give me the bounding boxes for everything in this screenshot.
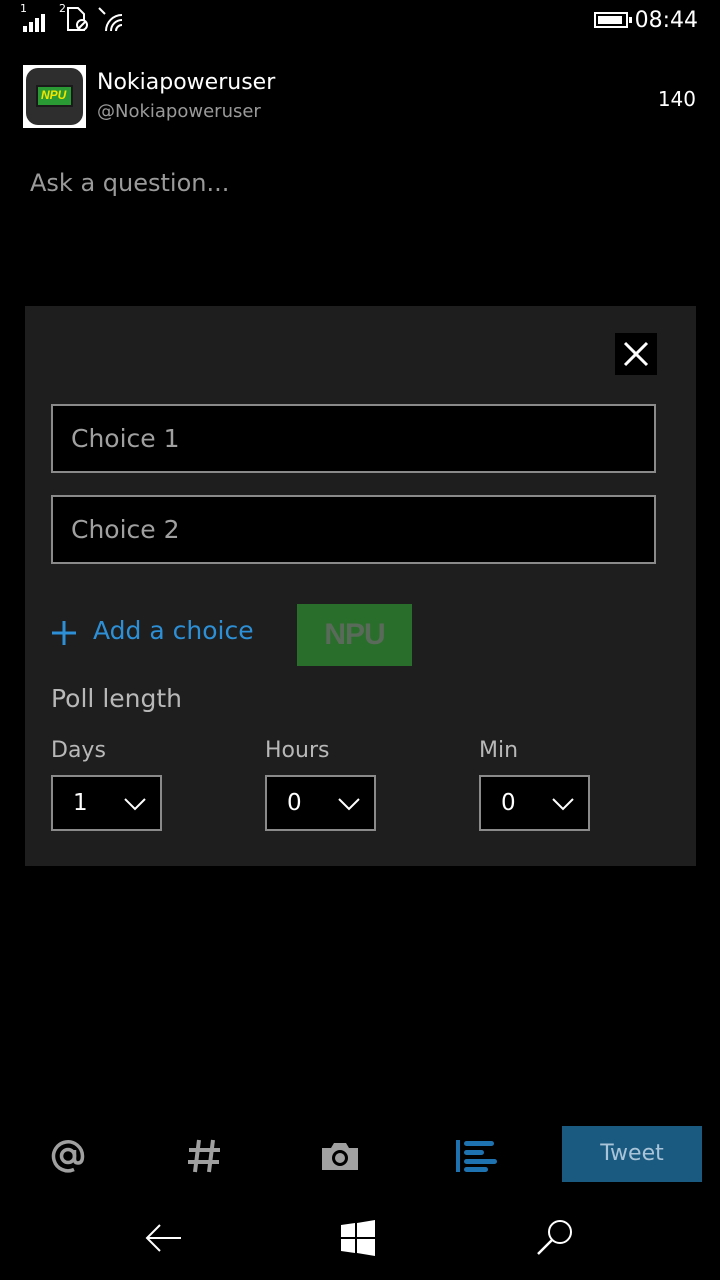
status-bar: 1 2 08:44 <box>0 0 720 44</box>
sim1-label: 1 <box>20 2 27 15</box>
days-label: Days <box>51 738 106 763</box>
search-button[interactable] <box>534 1216 578 1260</box>
choice-2-input[interactable] <box>51 495 656 564</box>
mention-button[interactable] <box>48 1136 88 1176</box>
windows-icon <box>341 1220 375 1256</box>
display-name: Nokiapoweruser <box>97 70 276 95</box>
add-choice-label: Add a choice <box>93 616 254 645</box>
days-value: 1 <box>73 790 88 816</box>
chevron-down-icon <box>124 798 146 811</box>
camera-icon <box>322 1143 358 1170</box>
days-select[interactable]: 1 <box>51 775 162 831</box>
plus-icon <box>52 621 76 645</box>
poll-icon <box>456 1140 497 1172</box>
hashtag-icon <box>188 1139 220 1173</box>
wifi-icon <box>96 4 128 38</box>
close-poll-button[interactable] <box>615 333 657 375</box>
tweet-button[interactable]: Tweet <box>562 1126 702 1182</box>
user-handle: @Nokiapoweruser <box>97 101 261 122</box>
avatar[interactable]: NPU <box>23 65 86 128</box>
avatar-logo-text: NPU <box>41 88 67 102</box>
poll-button[interactable] <box>455 1136 497 1176</box>
poll-length-label: Poll length <box>51 684 183 713</box>
hours-label: Hours <box>265 738 330 763</box>
min-value: 0 <box>501 790 516 816</box>
sim2-no-signal-icon <box>62 4 92 38</box>
start-button[interactable] <box>336 1216 380 1260</box>
choice-1-input[interactable] <box>51 404 656 473</box>
min-label: Min <box>479 738 519 763</box>
close-icon <box>623 341 649 367</box>
clock: 08:44 <box>634 8 698 33</box>
character-count: 140 <box>657 87 696 111</box>
hashtag-button[interactable] <box>184 1136 224 1176</box>
chevron-down-icon <box>338 798 360 811</box>
search-icon <box>537 1220 572 1255</box>
at-icon <box>51 1140 85 1173</box>
battery-icon <box>594 12 632 28</box>
hours-select[interactable]: 0 <box>265 775 376 831</box>
chevron-down-icon <box>552 798 574 811</box>
back-button[interactable] <box>142 1216 186 1260</box>
npu-watermark-logo: NPU <box>297 604 412 666</box>
back-icon <box>145 1224 181 1252</box>
min-select[interactable]: 0 <box>479 775 590 831</box>
question-input[interactable] <box>30 166 690 200</box>
hours-value: 0 <box>287 790 302 816</box>
poll-panel: Add a choice NPU Poll length Days Hours … <box>25 306 696 866</box>
camera-button[interactable] <box>320 1136 360 1176</box>
